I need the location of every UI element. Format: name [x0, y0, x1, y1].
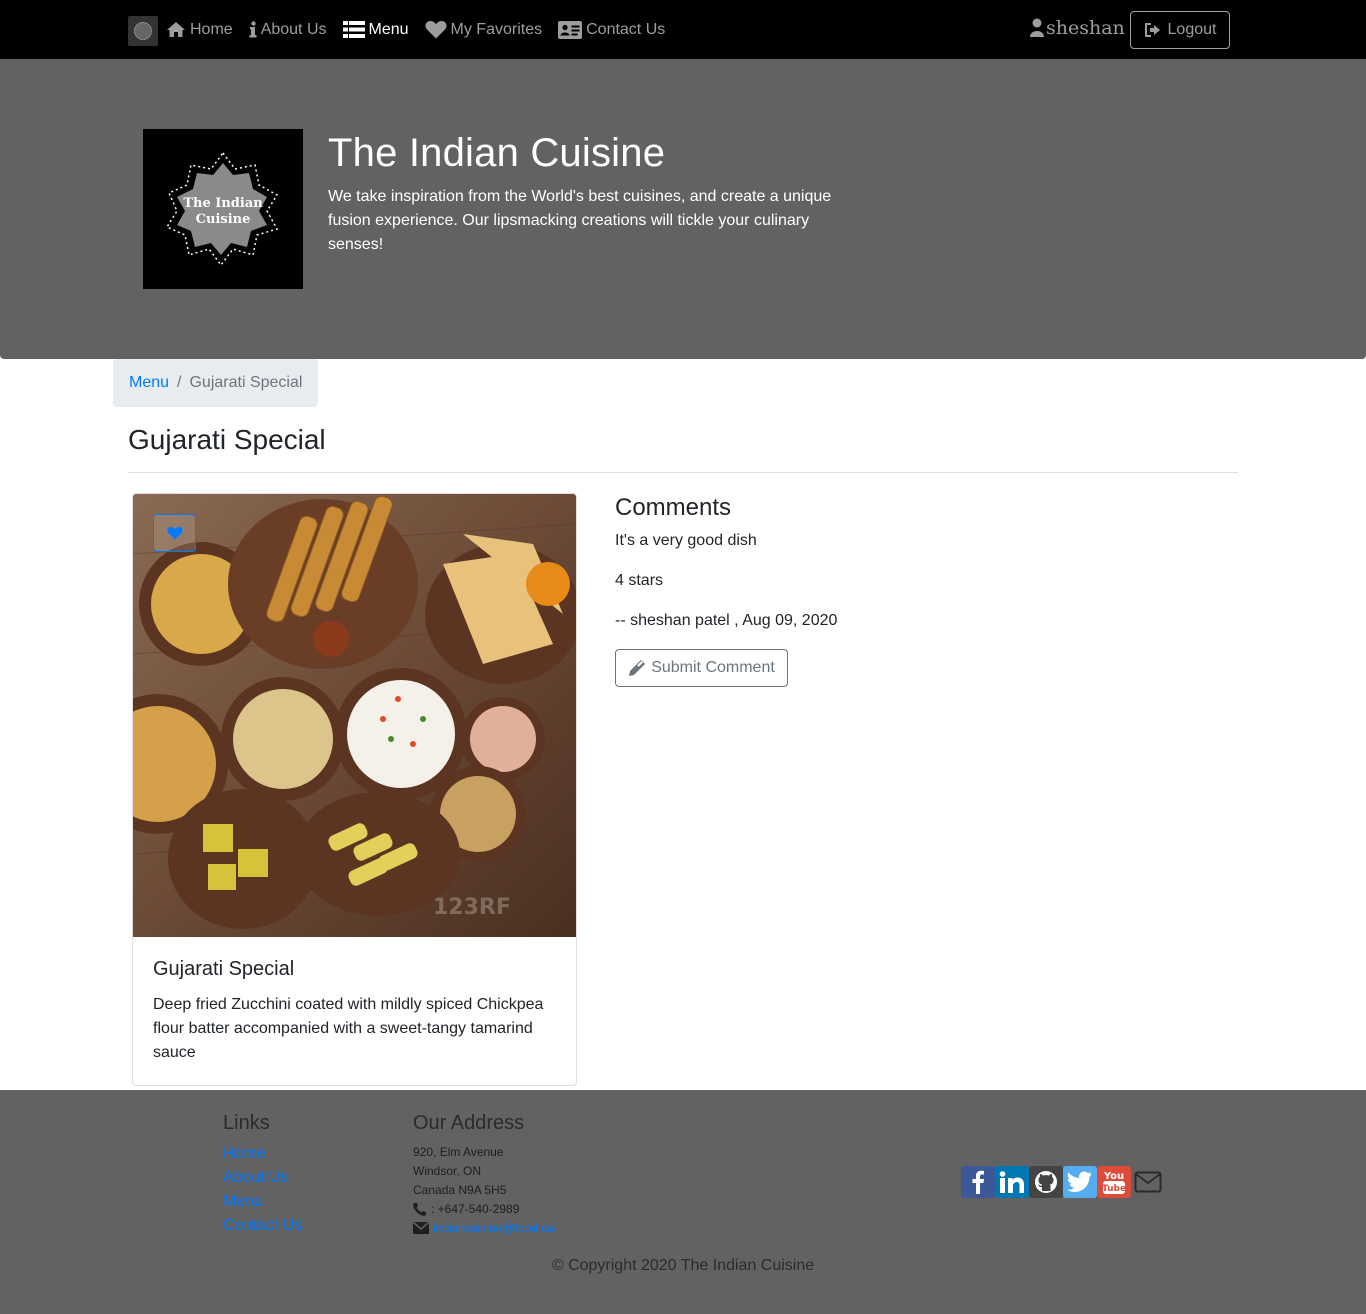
logo-text-line2: Cuisine [196, 212, 251, 227]
brand-logo[interactable] [128, 16, 158, 46]
copyright: © Copyright 2020 The Indian Cuisine [551, 1257, 815, 1274]
youtube-icon: You Tube [1102, 1171, 1126, 1194]
address-line-1: 920, Elm Avenue [413, 1145, 504, 1159]
footer-link-home[interactable]: Home [223, 1145, 266, 1163]
restaurant-logo: The Indian Cuisine [143, 129, 303, 289]
address-line-2: Windsor, ON [413, 1164, 482, 1178]
username: sheshan [1046, 17, 1125, 39]
dish-image: 123RF [133, 494, 576, 937]
user-display[interactable]: sheshan [1030, 17, 1125, 39]
image-watermark: 123RF [433, 895, 511, 920]
nav-links: Home About Us Menu My Favorites Contact … [166, 0, 665, 59]
address-card-icon [558, 20, 583, 39]
twitter-icon [1067, 1171, 1092, 1192]
nav-item-favorites[interactable]: My Favorites [424, 20, 543, 39]
footer-address-heading: Our Address [413, 1112, 525, 1134]
logout-button[interactable]: Logout [1130, 11, 1230, 49]
github-icon [1035, 1171, 1057, 1193]
logo-text-line1: The Indian [183, 196, 263, 211]
dish-name: Gujarati Special [153, 958, 295, 980]
svg-text:Tube: Tube [1102, 1184, 1126, 1194]
breadcrumb-current: Gujarati Special [189, 374, 303, 391]
nav-item-label: Menu [368, 20, 409, 38]
home-icon [167, 22, 185, 37]
breadcrumb-separator: / [177, 374, 182, 391]
dish-description: Deep fried Zucchini coated with mildly s… [153, 996, 544, 1061]
restaurant-logo-badge: The Indian Cuisine [165, 151, 279, 267]
footer [0, 1090, 1366, 1314]
nav-item-label: About Us [260, 20, 327, 38]
nav-item-about[interactable]: About Us [249, 21, 327, 39]
nav-item-contact[interactable]: Contact Us [558, 20, 666, 39]
pencil-icon [629, 660, 646, 676]
comment-rating: 4 stars [615, 572, 664, 589]
linkedin-button[interactable] [995, 1166, 1029, 1198]
phone-number: : +647-540-2989 [431, 1202, 520, 1216]
breadcrumb: Menu / Gujarati Special [113, 359, 319, 407]
facebook-button[interactable] [961, 1166, 995, 1198]
footer-links-heading: Links [223, 1112, 270, 1134]
twitter-button[interactable] [1063, 1166, 1097, 1198]
comment-text: It's a very good dish [615, 532, 757, 549]
envelope-icon [413, 1222, 429, 1234]
jumbotron: The Indian Cuisine The Indian Cuisine We… [0, 59, 1366, 359]
page-title: Gujarati Special [128, 424, 326, 455]
youtube-button[interactable]: You Tube [1097, 1166, 1131, 1198]
favorite-button[interactable] [153, 514, 196, 552]
navbar: Home About Us Menu My Favorites Contact … [0, 0, 1366, 59]
heart-icon [166, 526, 183, 540]
breadcrumb-menu-link[interactable]: Menu [129, 374, 169, 392]
restaurant-description: We take inspiration from the World's bes… [328, 188, 832, 253]
info-icon [249, 21, 257, 38]
nav-item-label: My Favorites [450, 20, 543, 38]
linkedin-icon [999, 1171, 1024, 1193]
logout-label: Logout [1167, 21, 1217, 38]
dish-card: 123RF Gujarati Special Deep fried Zucchi… [132, 493, 577, 1086]
user-icon [1030, 18, 1044, 37]
footer-link-contact[interactable]: Contact Us [223, 1217, 302, 1235]
nav-item-label: Home [190, 20, 233, 38]
footer-link-about[interactable]: About Us [223, 1169, 289, 1187]
comment-author: -- sheshan patel , Aug 09, 2020 [615, 612, 838, 629]
mail-button[interactable] [1131, 1166, 1165, 1198]
brand-logo-mark [134, 22, 152, 40]
submit-comment-button[interactable]: Submit Comment [615, 649, 788, 687]
heart-icon [424, 21, 447, 39]
email-link[interactable]: indiancuisine@food.ca [433, 1221, 554, 1235]
address-phone: : +647-540-2989 [413, 1202, 519, 1216]
nav-item-home[interactable]: Home [166, 21, 233, 39]
address-line-3: Canada N9A 5H5 [413, 1183, 507, 1197]
submit-comment-label: Submit Comment [651, 659, 775, 676]
nav-item-label: Contact Us [586, 20, 666, 38]
address-email: indiancuisine@food.ca [413, 1221, 554, 1235]
list-icon [342, 21, 365, 38]
github-button[interactable] [1029, 1166, 1063, 1198]
sign-out-icon [1144, 23, 1160, 37]
restaurant-title: The Indian Cuisine [328, 131, 666, 175]
envelope-icon [1134, 1171, 1162, 1193]
facebook-icon [972, 1170, 984, 1194]
phone-icon [413, 1202, 426, 1216]
comments-heading: Comments [615, 494, 732, 521]
footer-link-menu[interactable]: Menu [223, 1193, 263, 1211]
svg-text:You: You [1103, 1171, 1124, 1182]
title-divider [128, 472, 1238, 473]
nav-item-menu[interactable]: Menu [342, 20, 409, 39]
